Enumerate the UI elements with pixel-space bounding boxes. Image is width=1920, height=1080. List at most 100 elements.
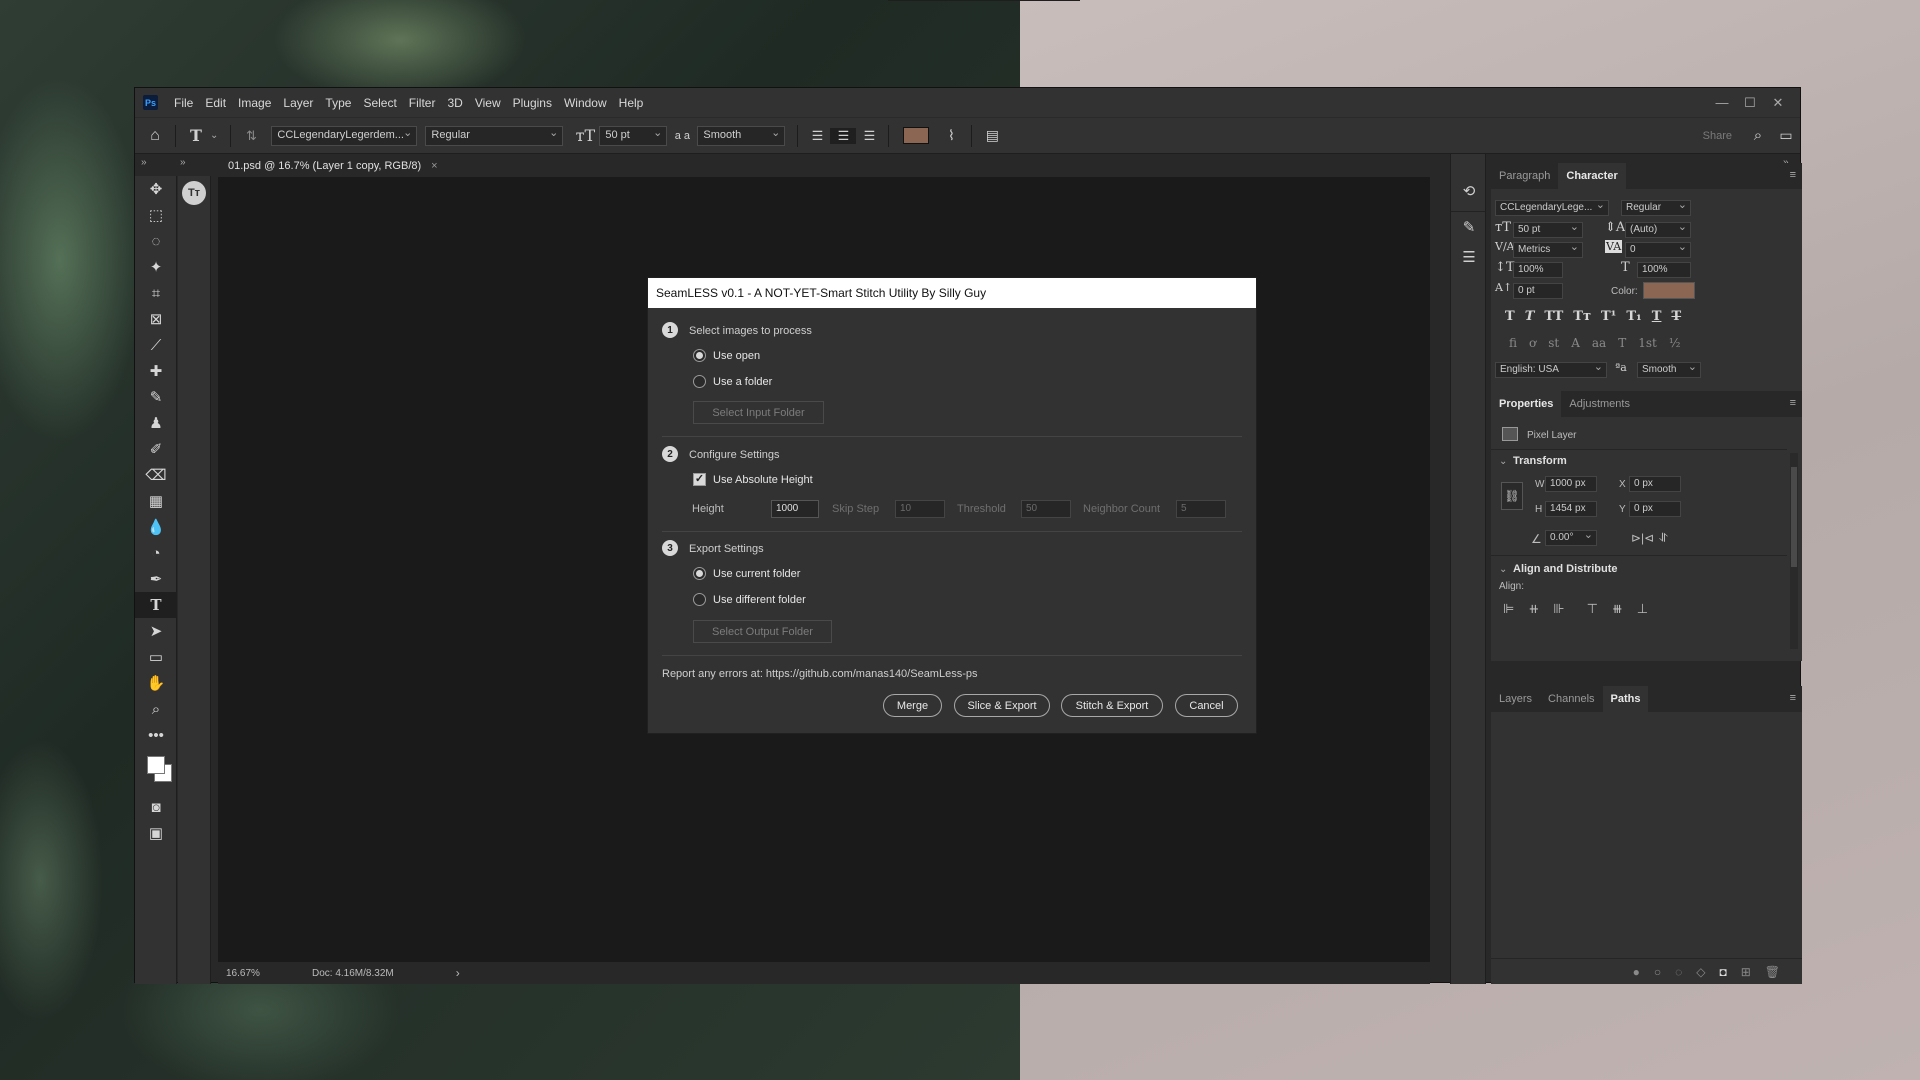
expand-icon[interactable]: »	[180, 157, 186, 168]
new-path-icon[interactable]: ⊞	[1741, 965, 1751, 979]
gradient-tool-icon[interactable]: ▦	[135, 488, 177, 514]
stylistic-alternates-icon[interactable]: A	[1571, 336, 1580, 350]
brush-tool-icon[interactable]: ✎	[135, 384, 177, 410]
tab-character[interactable]: Character	[1558, 163, 1626, 189]
frame-tool-icon[interactable]: ⊠	[135, 306, 177, 332]
type-tool-icon[interactable]: T	[135, 592, 177, 618]
make-work-path-icon[interactable]: ◇	[1696, 965, 1705, 979]
titling-icon[interactable]: aa	[1592, 336, 1606, 350]
zoom-tool-icon[interactable]: ⌕	[135, 696, 177, 722]
healing-brush-tool-icon[interactable]: ✚	[135, 358, 177, 384]
home-icon[interactable]: ⌂	[141, 127, 169, 145]
use-folder-label[interactable]: Use a folder	[713, 376, 772, 388]
use-open-radio[interactable]	[693, 349, 706, 362]
character-font-style-select[interactable]: Regular	[1621, 200, 1691, 216]
zoom-level[interactable]: 16.67%	[226, 968, 312, 979]
lasso-tool-icon[interactable]: ◌	[135, 228, 177, 254]
tab-adjustments[interactable]: Adjustments	[1561, 391, 1638, 417]
use-different-folder-label[interactable]: Use different folder	[713, 594, 806, 606]
crop-tool-icon[interactable]: ⌗	[135, 280, 177, 306]
menu-3d[interactable]: 3D	[441, 96, 468, 110]
old-style-icon[interactable]: ơ	[1529, 336, 1536, 350]
subscript-icon[interactable]: T₁	[1626, 309, 1641, 324]
add-mask-icon[interactable]: ◘	[1719, 965, 1726, 979]
rectangle-tool-icon[interactable]: ▭	[135, 644, 177, 670]
stitch-export-button[interactable]: Stitch & Export	[1061, 694, 1163, 717]
adjust-sliders-icon[interactable]: ☰	[1451, 242, 1487, 272]
superscript-icon[interactable]: T¹	[1601, 309, 1616, 324]
align-right-icon[interactable]: ☰	[856, 128, 882, 144]
all-caps-icon[interactable]: TT	[1544, 309, 1563, 324]
strikethrough-icon[interactable]: T	[1671, 309, 1681, 324]
align-left-icon[interactable]: ☰	[804, 128, 830, 144]
height-input[interactable]: 1000	[771, 500, 819, 518]
pen-tool-icon[interactable]: ✒	[135, 566, 177, 592]
menu-image[interactable]: Image	[232, 96, 277, 110]
align-center-icon[interactable]: ☰	[830, 127, 857, 144]
underline-icon[interactable]: T	[1652, 309, 1662, 324]
character-panel-toggle-icon[interactable]: ▤	[978, 127, 1006, 144]
use-current-folder-radio[interactable]	[693, 567, 706, 580]
dodge-tool-icon[interactable]: ◔	[135, 540, 177, 566]
use-open-label[interactable]: Use open	[713, 350, 760, 362]
brush-settings-icon[interactable]: ✎	[1451, 212, 1487, 242]
ligatures-icon[interactable]: fi	[1509, 336, 1517, 350]
fill-path-icon[interactable]: ●	[1633, 965, 1640, 979]
faux-italic-icon[interactable]: T	[1525, 309, 1535, 324]
use-folder-radio[interactable]	[693, 375, 706, 388]
cancel-button[interactable]: Cancel	[1175, 694, 1238, 717]
chevron-down-icon[interactable]: ⌄	[1499, 564, 1507, 575]
menu-window[interactable]: Window	[558, 96, 613, 110]
select-input-folder-button[interactable]: Select Input Folder	[693, 401, 824, 424]
angle-input[interactable]: 0.00°	[1545, 530, 1597, 546]
foreground-color-icon[interactable]	[147, 756, 165, 774]
swash-icon[interactable]: st	[1548, 336, 1559, 350]
load-selection-icon[interactable]: ◌	[1675, 965, 1682, 979]
share-button[interactable]: Share	[1703, 130, 1732, 142]
warp-text-icon[interactable]: ⌇	[937, 127, 965, 144]
flip-horizontal-icon[interactable]: ⊳|⊲	[1631, 531, 1654, 545]
type-tool-icon[interactable]: T	[182, 126, 210, 145]
magic-wand-tool-icon[interactable]: ✦	[135, 254, 177, 280]
menu-plugins[interactable]: Plugins	[507, 96, 558, 110]
use-absolute-height-label[interactable]: Use Absolute Height	[713, 474, 813, 486]
language-select[interactable]: English: USA	[1495, 362, 1607, 378]
font-style-select[interactable]: Regular	[425, 125, 564, 146]
horizontal-scale-input[interactable]: 100%	[1637, 262, 1691, 278]
panel-menu-icon[interactable]: ≡	[1790, 692, 1796, 704]
path-selection-tool-icon[interactable]: ➤	[135, 618, 177, 644]
text-color-swatch[interactable]	[903, 127, 930, 144]
align-vertical-centers-icon[interactable]: ⧻	[1612, 601, 1623, 617]
close-icon[interactable]: ✕	[1764, 95, 1792, 111]
align-right-edges-icon[interactable]: ⊪	[1553, 601, 1564, 617]
character-font-family-select[interactable]: CCLegendaryLege...	[1495, 200, 1609, 216]
flip-vertical-icon[interactable]: ⥯	[1659, 531, 1668, 546]
panel-menu-icon[interactable]: ≡	[1790, 169, 1796, 181]
threshold-input[interactable]: 50	[1021, 500, 1071, 518]
hand-tool-icon[interactable]: ✋	[135, 670, 177, 696]
maximize-icon[interactable]: ☐	[1736, 95, 1764, 111]
blur-tool-icon[interactable]: 💧	[135, 514, 177, 540]
tab-paths[interactable]: Paths	[1602, 686, 1649, 712]
kerning-select[interactable]: Metrics	[1513, 242, 1583, 258]
skip-step-input[interactable]: 10	[895, 500, 945, 518]
menu-type[interactable]: Type	[319, 96, 357, 110]
use-different-folder-radio[interactable]	[693, 593, 706, 606]
minimize-icon[interactable]: —	[1708, 95, 1736, 110]
faux-bold-icon[interactable]: T	[1505, 309, 1515, 324]
select-output-folder-button[interactable]: Select Output Folder	[693, 620, 832, 643]
y-input[interactable]: 0 px	[1629, 501, 1681, 517]
history-brush-tool-icon[interactable]: ✐	[135, 436, 177, 462]
align-bottom-edges-icon[interactable]: ⊥	[1637, 601, 1648, 617]
quick-mask-icon[interactable]: ◙	[135, 794, 177, 820]
menu-view[interactable]: View	[469, 96, 507, 110]
tab-channels[interactable]: Channels	[1540, 686, 1602, 712]
chevron-down-icon[interactable]: ⌄	[1499, 456, 1507, 467]
history-icon[interactable]: ⟲	[1451, 176, 1487, 206]
menu-filter[interactable]: Filter	[403, 96, 442, 110]
align-top-edges-icon[interactable]: ⊤	[1587, 601, 1598, 617]
height-input[interactable]: 1454 px	[1545, 501, 1597, 517]
more-tools-icon[interactable]: •••	[135, 722, 177, 748]
menu-help[interactable]: Help	[613, 96, 650, 110]
small-caps-icon[interactable]: Tт	[1573, 309, 1591, 324]
